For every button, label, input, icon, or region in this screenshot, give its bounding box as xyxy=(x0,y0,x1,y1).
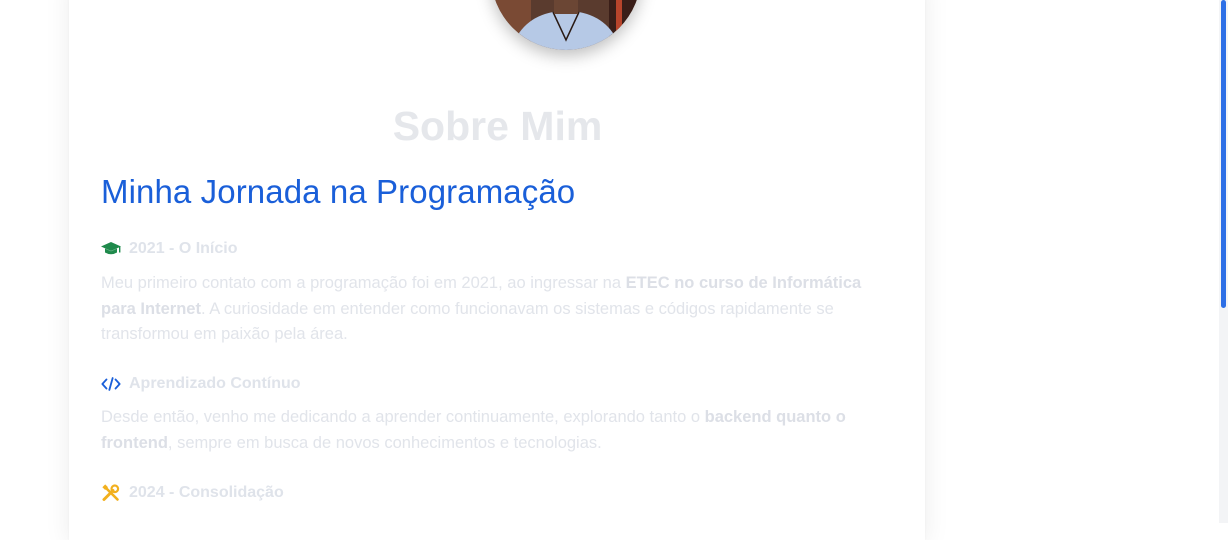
timeline-item-heading-2024: 2024 - Consolidação xyxy=(101,483,284,503)
profile-photo xyxy=(491,0,641,50)
timeline-item-title: 2024 - Consolidação xyxy=(129,484,284,501)
timeline-item-title: 2021 - O Início xyxy=(129,240,238,257)
graduation-cap-icon xyxy=(101,239,121,259)
code-icon xyxy=(101,374,121,394)
timeline-item-text: Meu primeiro contato com a programação f… xyxy=(101,274,862,343)
timeline-item-text: Desde então, venho me dedicando a aprend… xyxy=(101,408,846,452)
page-scrollbar[interactable] xyxy=(1219,0,1228,523)
timeline-item-heading-learning: Aprendizado Contínuo xyxy=(101,374,301,394)
tools-icon xyxy=(101,483,121,503)
journey-title: Minha Jornada na Programação xyxy=(101,173,576,210)
timeline-item-heading-2021: 2021 - O Início xyxy=(101,239,237,259)
section-title: Sobre Mim xyxy=(392,103,603,149)
scrollbar-thumb[interactable] xyxy=(1221,0,1226,308)
about-card xyxy=(69,0,925,540)
timeline-item-title: Aprendizado Contínuo xyxy=(129,375,301,392)
profile-avatar xyxy=(491,0,641,50)
